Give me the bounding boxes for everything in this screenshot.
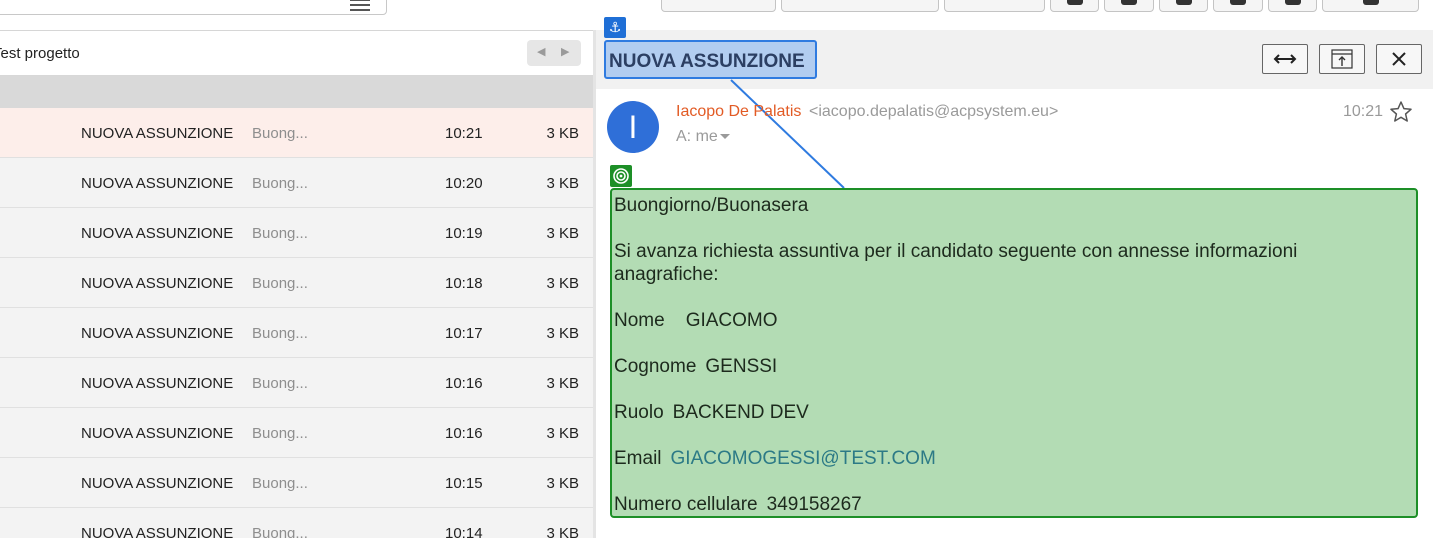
cell-value: 349158267 [766,494,862,515]
email-label: Email [614,448,662,469]
ruolo-value: BACKEND DEV [672,402,809,423]
nome-label: Nome [614,310,665,331]
body-greeting: Buongiorno/Buonasera [614,195,809,216]
body-cognome-row: Cognome GENSSI [614,356,777,378]
email-link[interactable]: GIACOMOGESSI@TEST.COM [671,448,936,469]
body-ruolo-row: Ruolo BACKEND DEV [614,402,809,424]
cognome-label: Cognome [614,356,697,377]
target-glyph [613,168,629,184]
recipient-toggle[interactable]: A: me [676,128,730,146]
star-icon[interactable] [1389,100,1413,124]
body-cell-row: Numero cellulare 349158267 [614,494,862,516]
sender-email: <iacopo.depalatis@acpsystem.eu> [809,103,1059,120]
ruolo-label: Ruolo [614,402,664,423]
chevron-down-icon [719,134,730,140]
email-body-highlight: Buongiorno/Buonasera Si avanza richiesta… [610,188,1418,518]
sender-name[interactable]: Iacopo De Palatis [676,103,801,121]
anchor-icon: ⚓ [604,17,626,38]
recipient-label: A: me [676,128,718,145]
email-subject: NUOVA ASSUNZIONE [609,51,805,72]
body-nome-row: Nome GIACOMO [614,310,778,332]
cognome-value: GENSSI [705,356,778,377]
subject-highlight: NUOVA ASSUNZIONE [604,40,817,79]
body-intro-line-1: Si avanza richiesta assuntiva per il can… [614,241,1298,262]
sender-avatar: I [607,101,659,153]
body-intro-line-2: anagrafiche: [614,264,719,285]
email-time: 10:21 [1343,103,1384,120]
target-icon [610,165,632,187]
body-email-row: Email GIACOMOGESSI@TEST.COM [614,448,936,470]
cell-label: Numero cellulare [614,494,758,515]
nome-value: GIACOMO [685,310,778,331]
